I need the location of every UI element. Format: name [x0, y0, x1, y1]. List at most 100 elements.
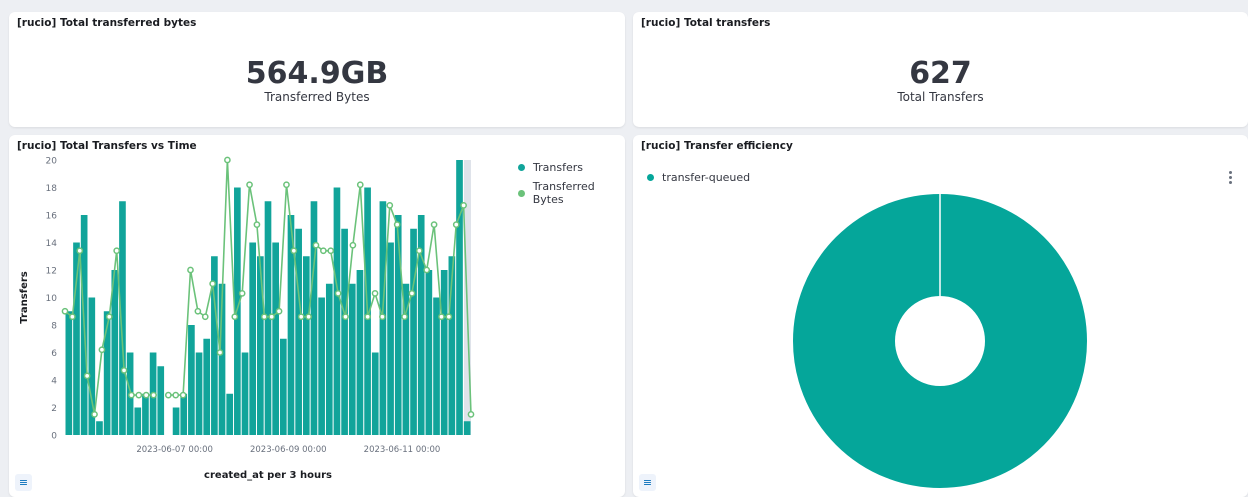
bar — [249, 242, 257, 435]
x-tick-label: 2023-06-07 00:00 — [136, 445, 213, 455]
line-point — [260, 313, 268, 321]
bar — [387, 242, 394, 435]
bar — [318, 297, 325, 435]
line-point — [334, 290, 342, 297]
line-point — [438, 313, 445, 321]
y-tick-label: 14 — [46, 239, 58, 249]
legend-label: Transferred Bytes — [532, 180, 595, 206]
y-tick-label: 20 — [46, 157, 58, 167]
line-point — [312, 241, 320, 249]
bar — [302, 256, 310, 435]
metric-label: Total Transfers — [897, 90, 984, 104]
line-point — [76, 247, 84, 255]
line-point — [283, 181, 290, 189]
bar — [241, 352, 249, 435]
bar — [96, 421, 103, 435]
line-point — [187, 266, 194, 274]
bar — [410, 228, 417, 435]
legend-dot — [518, 164, 525, 171]
line-point — [224, 156, 231, 164]
line-point — [297, 313, 305, 321]
line-point — [320, 247, 327, 255]
line-point — [423, 266, 431, 274]
line-point — [150, 391, 157, 399]
bar — [333, 187, 341, 435]
line-point — [128, 391, 135, 399]
line-point — [61, 307, 69, 315]
line-point — [120, 367, 128, 374]
legend-item-transferred-bytes[interactable]: Transferred Bytes — [518, 180, 625, 206]
bar — [348, 283, 356, 435]
bar — [356, 270, 364, 435]
bar — [142, 393, 149, 435]
line-point — [231, 313, 239, 321]
bar — [295, 228, 302, 435]
chart-panel-transfers-vs-time: [rucio] Total Transfers vs Time 0 2 4 6 8 10 1… — [9, 135, 625, 497]
list-icon[interactable]: ≡ — [15, 474, 32, 491]
bar — [188, 325, 195, 435]
bar — [279, 338, 287, 435]
line-point — [83, 372, 91, 380]
transfer-efficiency-donut — [793, 194, 1087, 488]
metric-value: 627 — [909, 56, 972, 91]
line-point — [349, 241, 357, 249]
x-tick-label: 2023-06-11 00:00 — [364, 445, 441, 455]
line-point — [246, 181, 253, 189]
y-tick-label: 6 — [51, 349, 57, 359]
bar — [463, 421, 471, 435]
bar — [425, 270, 433, 435]
line-point — [201, 313, 209, 321]
bar — [394, 215, 402, 435]
bar — [456, 160, 463, 435]
line-point — [386, 202, 394, 209]
legend-label: Transfers — [533, 161, 583, 174]
metric-value: 564.9GB — [245, 56, 389, 91]
line-point — [342, 313, 349, 321]
list-icon[interactable]: ≡ — [639, 474, 656, 491]
line-point — [91, 411, 98, 418]
line-point — [408, 290, 416, 297]
line-point — [216, 349, 224, 356]
chart-panel-transfer-efficiency: [rucio] Transfer efficiency transfer-que… — [633, 135, 1248, 497]
bar — [440, 270, 448, 435]
line-point — [460, 202, 467, 209]
bar — [134, 407, 142, 435]
line-point — [415, 247, 423, 255]
line-point — [379, 313, 386, 321]
y-axis-title: Transfers — [19, 271, 30, 324]
y-tick-label: 8 — [51, 322, 57, 332]
panel-title: [rucio] Total transfers — [641, 17, 771, 29]
bar — [157, 366, 165, 435]
legend-item-transfers[interactable]: Transfers — [518, 161, 583, 174]
line-point — [275, 307, 283, 315]
line-point — [238, 290, 246, 297]
line-point — [401, 313, 408, 321]
line-point — [430, 221, 438, 228]
line-point — [105, 313, 113, 321]
line-point — [164, 391, 172, 399]
y-tick-label: 18 — [46, 184, 58, 194]
line-point — [113, 247, 121, 255]
bar — [195, 352, 203, 435]
line-point — [467, 411, 475, 418]
line-point — [364, 313, 372, 321]
bar — [203, 338, 211, 435]
bar — [73, 242, 80, 435]
y-tick-label: 12 — [46, 267, 57, 277]
bar — [272, 242, 279, 435]
line-point — [393, 221, 401, 228]
y-tick-label: 10 — [46, 294, 58, 304]
line-point — [135, 391, 143, 399]
bar — [172, 407, 180, 435]
line-point — [356, 181, 364, 189]
bar — [371, 352, 379, 435]
line-point — [209, 280, 216, 288]
bar — [65, 311, 73, 435]
bar — [180, 393, 188, 435]
bar — [325, 283, 333, 435]
bar — [226, 393, 234, 435]
line-point — [98, 346, 106, 354]
line-point — [179, 391, 187, 399]
metric-panel-transfers: [rucio] Total transfers 627 Total Transf… — [633, 12, 1248, 127]
y-tick-label: 4 — [51, 377, 57, 387]
